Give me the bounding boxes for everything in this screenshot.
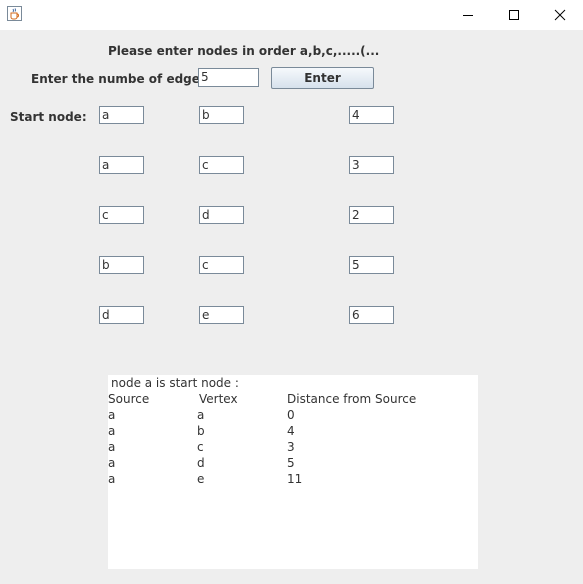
edge-from-input[interactable]: c (99, 206, 144, 224)
distance-column-header: Distance from Source (287, 392, 417, 406)
result-distance-cell: 11 (287, 472, 303, 486)
enter-button[interactable]: Enter (271, 67, 374, 89)
result-source-cell: a (108, 456, 116, 470)
close-icon (554, 9, 566, 21)
result-distance-cell: 5 (287, 456, 295, 470)
result-distance-cell: 3 (287, 440, 295, 454)
start-node-label: Start node: (10, 110, 87, 124)
edge-to-input[interactable]: c (199, 156, 244, 174)
edge-weight-input[interactable]: 3 (349, 156, 394, 174)
edge-from-input[interactable]: b (99, 256, 144, 274)
edge-from-input[interactable]: d (99, 306, 144, 324)
close-button[interactable] (537, 0, 583, 30)
maximize-icon (509, 10, 519, 20)
result-distance-cell: 0 (287, 408, 295, 422)
edge-to-input[interactable]: b (199, 106, 244, 124)
edge-to-input[interactable]: d (199, 206, 244, 224)
edge-to-input[interactable]: c (199, 256, 244, 274)
edge-to-input[interactable]: e (199, 306, 244, 324)
result-vertex-cell: b (197, 424, 205, 438)
source-column-header: Source (108, 392, 150, 406)
edges-count-label: Enter the numbe of edges: (31, 72, 212, 86)
edge-weight-input[interactable]: 2 (349, 206, 394, 224)
edge-from-input[interactable]: a (99, 106, 144, 124)
result-vertex-cell: c (197, 440, 204, 454)
java-cup-icon (7, 6, 22, 21)
result-vertex-cell: a (197, 408, 205, 422)
minimize-icon (463, 15, 473, 16)
edge-weight-input[interactable]: 4 (349, 106, 394, 124)
title-bar (0, 0, 583, 30)
maximize-button[interactable] (491, 0, 537, 30)
vertex-column-header: Vertex (199, 392, 238, 406)
edge-from-input[interactable]: a (99, 156, 144, 174)
edges-count-input[interactable]: 5 (198, 68, 259, 87)
edge-weight-input[interactable]: 5 (349, 256, 394, 274)
result-source-cell: a (108, 440, 116, 454)
minimize-button[interactable] (445, 0, 491, 30)
result-source-cell: a (108, 424, 116, 438)
start-node-message: node a is start node : (111, 376, 239, 390)
result-vertex-cell: d (197, 456, 205, 470)
result-text-area[interactable]: node a is start node : Source Vertex Dis… (108, 375, 478, 569)
result-source-cell: a (108, 472, 116, 486)
result-source-cell: a (108, 408, 116, 422)
instruction-label: Please enter nodes in order a,b,c,.....(… (108, 44, 380, 58)
result-vertex-cell: e (197, 472, 205, 486)
result-distance-cell: 4 (287, 424, 295, 438)
application-window: Please enter nodes in order a,b,c,.....(… (0, 0, 583, 584)
edge-weight-input[interactable]: 6 (349, 306, 394, 324)
